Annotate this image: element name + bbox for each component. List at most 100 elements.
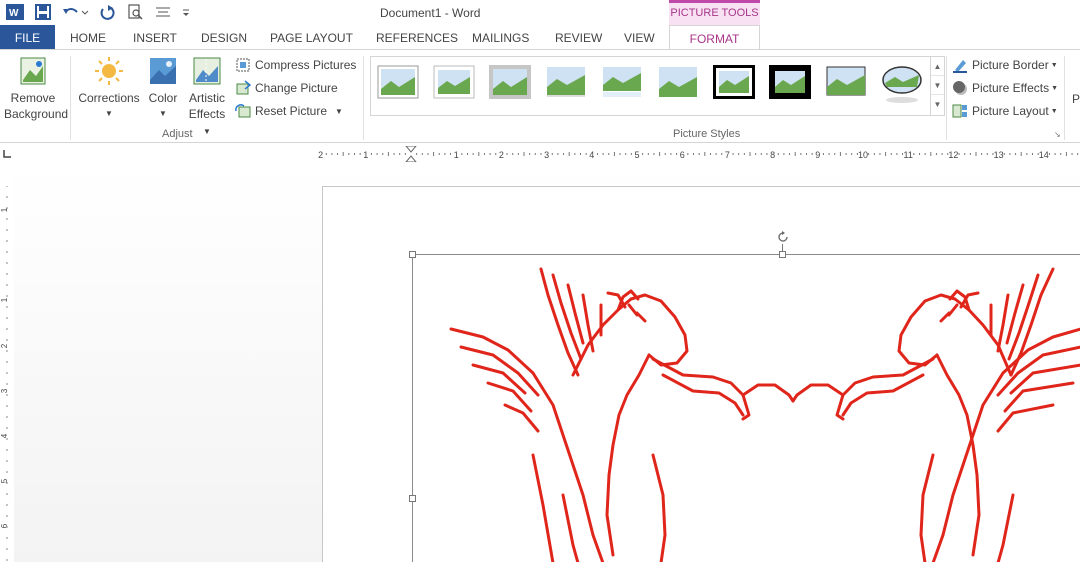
reset-picture-button[interactable]: Reset Picture ▼ xyxy=(235,101,343,121)
tab-format[interactable]: FORMAT xyxy=(669,25,760,50)
svg-text:W: W xyxy=(9,8,19,19)
picture-style-2[interactable] xyxy=(433,65,475,99)
save-icon[interactable] xyxy=(32,3,54,21)
tab-home[interactable]: HOME xyxy=(70,25,106,49)
redo-icon[interactable] xyxy=(96,3,118,21)
resize-handle-top-middle[interactable] xyxy=(779,251,786,258)
remove-background-label-1: Remove xyxy=(10,91,56,105)
ruler-label: 10 xyxy=(858,150,868,160)
change-picture-label: Change Picture xyxy=(255,81,338,95)
tab-selector-icon[interactable] xyxy=(2,148,12,158)
resize-handle-middle-left[interactable] xyxy=(409,495,416,502)
picture-effects-label: Picture Effects xyxy=(972,81,1050,95)
ruler-label: 14 xyxy=(1039,150,1049,160)
picture-layout-label: Picture Layout xyxy=(972,104,1049,118)
chevron-down-icon: ▼ xyxy=(1050,61,1058,69)
ruler-background xyxy=(315,146,1080,162)
selected-picture[interactable] xyxy=(412,254,1080,562)
ruler-label: 1 xyxy=(454,150,459,160)
picture-tools-label: PICTURE TOOLS xyxy=(669,0,760,25)
gallery-scroll: ▲ ▼ ▼ xyxy=(930,57,944,115)
word-logo-icon[interactable]: W xyxy=(4,3,26,21)
separator xyxy=(363,56,364,140)
ruler-label: 5 xyxy=(0,478,9,483)
picture-style-6[interactable] xyxy=(657,65,699,99)
ruler-label: 3 xyxy=(544,150,549,160)
artistic-effects-icon xyxy=(192,56,222,86)
pencil-icon xyxy=(952,57,968,73)
ruler-label: 2 xyxy=(0,343,9,348)
tab-references[interactable]: REFERENCES xyxy=(376,25,458,49)
color-button[interactable]: Color ▼ xyxy=(145,56,181,122)
picture-style-5[interactable] xyxy=(601,65,643,99)
separator xyxy=(946,56,947,140)
vertical-ruler[interactable]: 1123456 xyxy=(0,186,14,562)
document-title: Document1 - Word xyxy=(380,6,481,20)
picture-style-3[interactable] xyxy=(489,65,531,99)
corrections-label: Corrections xyxy=(78,91,140,105)
picture-layout-button[interactable]: Picture Layout ▼ xyxy=(952,101,1058,121)
dialog-launcher-icon[interactable]: ↘ xyxy=(1054,130,1061,139)
picture-styles-group-label: Picture Styles xyxy=(673,128,741,140)
change-picture-button[interactable]: Change Picture xyxy=(235,78,338,98)
compress-icon xyxy=(235,57,251,73)
picture-style-8[interactable] xyxy=(769,65,811,99)
ruler-label: 5 xyxy=(634,150,639,160)
gallery-down-icon[interactable]: ▼ xyxy=(931,76,944,95)
tab-view[interactable]: VIEW xyxy=(624,25,655,49)
touch-mode-icon[interactable] xyxy=(152,3,174,21)
tab-insert[interactable]: INSERT xyxy=(133,25,177,49)
horizontal-ruler[interactable]: 2 1 1 2 3 4 5 6 7 8 9 10 11 12 13 14 xyxy=(315,146,1080,162)
picture-border-button[interactable]: Picture Border ▼ xyxy=(952,55,1058,75)
remove-background-icon xyxy=(18,56,48,86)
corrections-button[interactable]: Corrections ▼ xyxy=(78,56,140,122)
picture-effects-button[interactable]: Picture Effects ▼ xyxy=(952,78,1058,98)
ruler-label: 6 xyxy=(680,150,685,160)
arrange-group-cut-label: P xyxy=(1072,92,1080,106)
ruler-label: 4 xyxy=(589,150,594,160)
picture-styles-gallery: ▲ ▼ ▼ xyxy=(370,56,945,116)
undo-icon[interactable] xyxy=(60,3,90,21)
rotate-stem xyxy=(782,244,783,252)
picture-style-9[interactable] xyxy=(825,65,867,99)
tab-review[interactable]: REVIEW xyxy=(555,25,602,49)
rotate-handle-icon[interactable] xyxy=(776,230,790,244)
picture-style-4[interactable] xyxy=(545,65,587,99)
change-picture-icon xyxy=(235,80,252,96)
reset-picture-icon xyxy=(235,103,251,119)
remove-background-label-2: Background xyxy=(4,107,69,121)
tab-design[interactable]: DESIGN xyxy=(201,25,247,49)
customize-qat-icon[interactable] xyxy=(180,3,192,21)
tab-mailings[interactable]: MAILINGS xyxy=(472,25,529,49)
print-preview-icon[interactable] xyxy=(124,3,146,21)
separator xyxy=(1064,56,1065,140)
title-bar: W Document1 - Word PICTURE TOOLS xyxy=(0,0,1080,25)
tab-file[interactable]: FILE xyxy=(0,25,55,49)
ruler-label: 2 xyxy=(499,150,504,160)
ruler-label: 13 xyxy=(994,150,1004,160)
ruler-label: 1 xyxy=(0,297,9,302)
picture-effects-icon xyxy=(952,80,968,96)
ruler-label: 4 xyxy=(0,433,9,438)
compress-pictures-label: Compress Pictures xyxy=(255,58,357,72)
picture-style-1[interactable] xyxy=(377,65,419,99)
chevron-down-icon: ▼ xyxy=(335,106,343,116)
remove-background-button[interactable]: Remove Background xyxy=(4,56,69,122)
ruler-label: 8 xyxy=(770,150,775,160)
ruler-label: 12 xyxy=(948,150,958,160)
chevron-down-icon: ▼ xyxy=(159,109,167,118)
chevron-down-icon: ▼ xyxy=(1050,107,1058,115)
ruler-label: 2 xyxy=(318,150,323,160)
chevron-down-icon: ▼ xyxy=(1051,84,1059,92)
ruler-label: 1 xyxy=(363,150,368,160)
picture-style-7[interactable] xyxy=(713,65,755,99)
compress-pictures-button[interactable]: Compress Pictures xyxy=(235,55,356,75)
tab-page-layout[interactable]: PAGE LAYOUT xyxy=(270,25,353,49)
resize-handle-top-left[interactable] xyxy=(409,251,416,258)
gallery-up-icon[interactable]: ▲ xyxy=(931,57,944,76)
picture-style-10[interactable] xyxy=(881,65,923,103)
quick-access-toolbar: W xyxy=(4,3,198,21)
gallery-more-icon[interactable]: ▼ xyxy=(931,95,944,114)
ruler-label: 9 xyxy=(815,150,820,160)
separator xyxy=(70,56,71,140)
